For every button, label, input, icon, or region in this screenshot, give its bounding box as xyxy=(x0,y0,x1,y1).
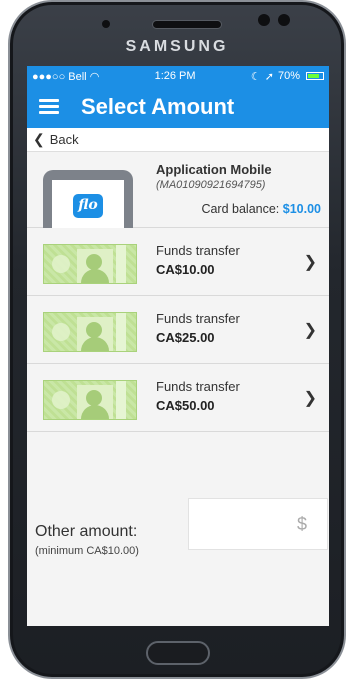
brand-logo: SAMSUNG xyxy=(125,38,229,55)
battery-percent: 70% xyxy=(277,70,300,82)
amount-option-50[interactable]: Funds transfer CA$50.00 ❯ xyxy=(27,364,329,432)
rotation-lock-icon: ☾ xyxy=(250,70,261,83)
top-nav-bar: Select Amount xyxy=(27,86,329,128)
status-time: 1:26 PM xyxy=(154,70,196,82)
option-label: Funds transfer xyxy=(156,379,240,394)
option-label: Funds transfer xyxy=(156,311,240,326)
phone-card-image: flo xyxy=(43,170,133,228)
back-button[interactable]: ❮ Back xyxy=(27,128,329,152)
amount-option-25[interactable]: Funds transfer CA$25.00 ❯ xyxy=(27,296,329,364)
flo-logo: flo xyxy=(73,194,103,218)
chevron-right-icon: ❯ xyxy=(303,322,317,339)
card-number: (MA01090921694795) xyxy=(156,179,266,191)
other-amount-minimum: (minimum CA$10.00) xyxy=(35,545,139,557)
light-sensor xyxy=(278,14,290,26)
back-label: Back xyxy=(49,132,79,147)
option-amount: CA$10.00 xyxy=(156,262,215,277)
card-balance-value: $10.00 xyxy=(282,202,321,216)
amount-option-10[interactable]: Funds transfer CA$10.00 ❯ xyxy=(27,228,329,296)
chevron-right-icon: ❯ xyxy=(303,390,317,407)
card-name: Application Mobile xyxy=(156,162,272,177)
other-amount-label: Other amount: xyxy=(35,523,138,540)
status-bar: ●●●○○ Bell ◠ 1:26 PM ☾ ➚ 70% xyxy=(27,66,329,86)
page-title: Select Amount xyxy=(81,94,235,119)
home-button[interactable] xyxy=(146,641,210,665)
option-amount: CA$25.00 xyxy=(156,330,215,345)
option-label: Funds transfer xyxy=(156,243,240,258)
proximity-sensor xyxy=(258,14,270,26)
card-summary: flo Application Mobile (MA01090921694795… xyxy=(27,152,329,228)
other-amount-input[interactable]: $ xyxy=(188,498,328,550)
earpiece-speaker xyxy=(152,20,222,29)
wifi-icon: ◠ xyxy=(89,70,100,83)
status-right: ☾ ➚ 70% xyxy=(251,70,324,83)
card-balance: Card balance: $10.00 xyxy=(201,202,321,216)
banknote-icon xyxy=(43,244,137,284)
front-camera xyxy=(102,20,110,28)
chevron-right-icon: ❯ xyxy=(303,254,317,271)
menu-icon[interactable] xyxy=(39,99,59,115)
other-amount-section: Other amount: (minimum CA$10.00) $ xyxy=(27,477,329,626)
location-arrow-icon: ➚ xyxy=(264,70,274,83)
carrier-signal: ●●●○○ Bell ◠ xyxy=(32,70,100,83)
banknote-icon xyxy=(43,380,137,420)
chevron-left-icon: ❮ xyxy=(33,131,45,147)
battery-icon xyxy=(305,72,324,80)
option-amount: CA$50.00 xyxy=(156,398,215,413)
banknote-icon xyxy=(43,312,137,352)
app-screen: ●●●○○ Bell ◠ 1:26 PM ☾ ➚ 70% Select Amou… xyxy=(27,66,329,626)
